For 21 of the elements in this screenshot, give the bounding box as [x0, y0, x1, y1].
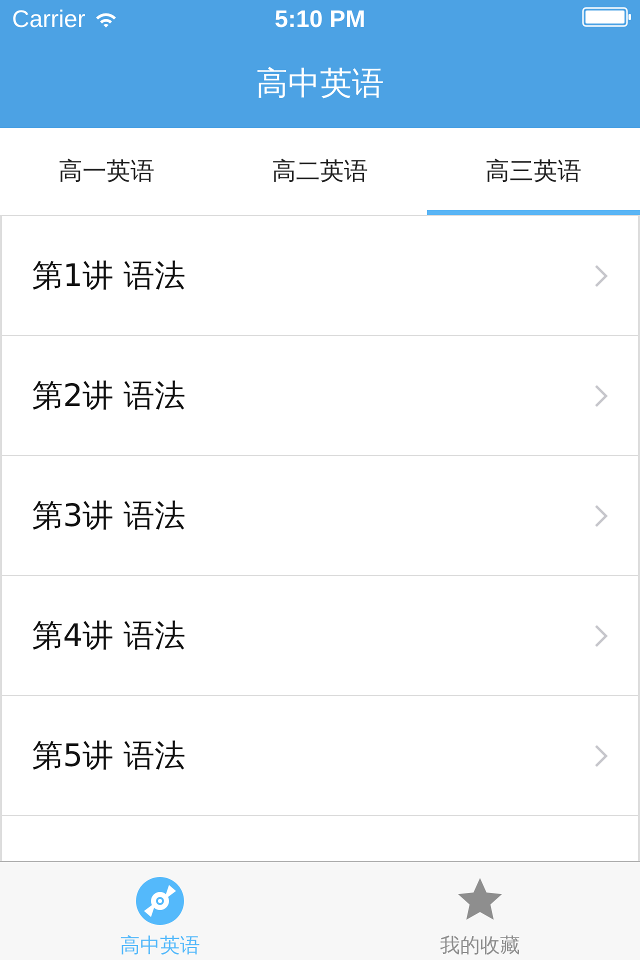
chevron-icon	[594, 624, 608, 648]
lesson-row[interactable]: 第5讲 语法	[2, 696, 638, 816]
wifi-icon	[95, 12, 118, 28]
battery-icon	[582, 7, 632, 27]
lesson-title: 第5讲 语法	[32, 736, 186, 776]
lesson-title: 第4讲 语法	[32, 616, 186, 656]
lesson-row[interactable]: 第1讲 语法	[2, 216, 638, 336]
chevron-icon	[594, 264, 608, 288]
lesson-title: 第1讲 语法	[32, 256, 186, 296]
lesson-row[interactable]: 第4讲 语法	[2, 576, 638, 696]
carrier-name: Carrier	[12, 6, 86, 34]
chevron-icon	[594, 384, 608, 408]
clock-time: 5:10 PM	[274, 6, 366, 34]
chevron-icon	[594, 504, 608, 528]
lesson-row[interactable]: 第2讲 语法	[2, 336, 638, 456]
chevron-icon	[594, 744, 608, 768]
lesson-title: 第3讲 语法	[32, 496, 186, 536]
disc-icon	[135, 876, 185, 926]
lesson-title: 第2讲 语法	[32, 376, 186, 416]
nav-title: 高中英语	[256, 63, 384, 104]
lesson-row[interactable]: 第3讲 语法	[2, 456, 638, 576]
